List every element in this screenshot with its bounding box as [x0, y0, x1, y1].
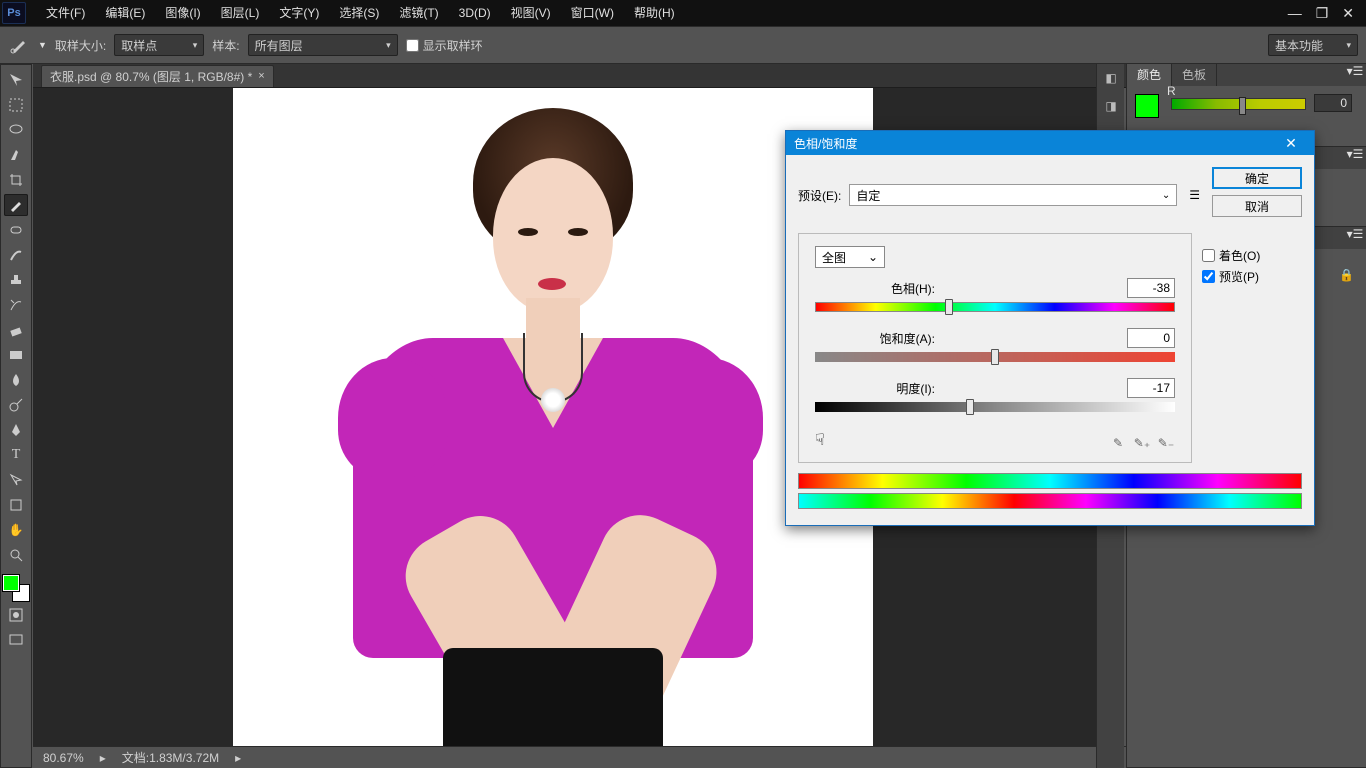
blur-tool-icon[interactable] — [4, 369, 28, 391]
chevron-down-icon[interactable]: ▼ — [38, 40, 47, 50]
edit-fieldset: 全图⌄ 色相(H): -38 饱和度(A): 0 明度(I): -17 ☟ ✎ … — [798, 233, 1192, 463]
quick-select-tool-icon[interactable] — [4, 144, 28, 166]
menu-window[interactable]: 窗口(W) — [561, 0, 624, 26]
zoom-tool-icon[interactable] — [4, 544, 28, 566]
panel-menu-icon[interactable]: ▾☰ — [1344, 227, 1366, 249]
saturation-input[interactable]: 0 — [1127, 328, 1175, 348]
current-tool-icon[interactable] — [8, 34, 30, 56]
r-channel-label: R — [1167, 84, 1176, 98]
menu-view[interactable]: 视图(V) — [501, 0, 561, 26]
sample-size-label: 取样大小: — [55, 37, 106, 54]
doc-info-label: 文档: — [122, 751, 149, 765]
colorize-checkbox[interactable]: 着色(O) — [1202, 247, 1302, 264]
menu-type[interactable]: 文字(Y) — [269, 0, 329, 26]
pen-tool-icon[interactable] — [4, 419, 28, 441]
show-sample-ring-checkbox[interactable]: 显示取样环 — [406, 37, 483, 54]
menu-3d[interactable]: 3D(D) — [449, 0, 501, 26]
history-brush-tool-icon[interactable] — [4, 294, 28, 316]
swatches-panel-tab[interactable]: 色板 — [1172, 64, 1217, 86]
quick-mask-icon[interactable] — [4, 604, 28, 626]
preset-label: 预设(E): — [798, 187, 841, 204]
workspace-select[interactable]: 基本功能▾ — [1268, 34, 1358, 56]
menu-layer[interactable]: 图层(L) — [211, 0, 270, 26]
dialog-close-icon[interactable]: ✕ — [1276, 135, 1306, 152]
lightness-input[interactable]: -17 — [1127, 378, 1175, 398]
menu-file[interactable]: 文件(F) — [36, 0, 95, 26]
result-spectrum-strip[interactable] — [798, 493, 1302, 509]
hue-input[interactable]: -38 — [1127, 278, 1175, 298]
dodge-tool-icon[interactable] — [4, 394, 28, 416]
color-strips — [798, 473, 1302, 509]
close-tab-icon[interactable]: × — [258, 70, 264, 82]
screen-mode-icon[interactable] — [4, 629, 28, 651]
source-spectrum-strip[interactable] — [798, 473, 1302, 489]
dialog-title: 色相/饱和度 — [794, 135, 857, 152]
tool-strip: T ✋ — [0, 64, 32, 768]
hand-tool-icon[interactable]: ✋ — [4, 519, 28, 541]
chevron-right-icon[interactable]: ▸ — [235, 751, 241, 765]
path-select-tool-icon[interactable] — [4, 469, 28, 491]
window-minimize-icon[interactable]: — — [1288, 5, 1302, 22]
preset-select[interactable]: 自定⌄ — [849, 184, 1177, 206]
color-swatches[interactable] — [3, 575, 29, 601]
sample-layers-select[interactable]: 所有图层▾ — [248, 34, 398, 56]
sample-size-select[interactable]: 取样点▾ — [114, 34, 204, 56]
marquee-tool-icon[interactable] — [4, 94, 28, 116]
document-tab[interactable]: 衣服.psd @ 80.7% (图层 1, RGB/8#) * × — [41, 65, 274, 87]
window-maximize-icon[interactable]: ❐ — [1316, 5, 1329, 22]
menu-help[interactable]: 帮助(H) — [624, 0, 685, 26]
hue-saturation-dialog: 色相/饱和度 ✕ 预设(E): 自定⌄ ☰ 确定 取消 全图⌄ 色相(H): -… — [785, 130, 1315, 526]
doc-info-value: 1.83M/3.72M — [149, 751, 219, 765]
r-channel-slider[interactable] — [1171, 98, 1306, 110]
zoom-level[interactable]: 80.67% — [43, 751, 84, 765]
healing-tool-icon[interactable] — [4, 219, 28, 241]
brush-tool-icon[interactable] — [4, 244, 28, 266]
menu-filter[interactable]: 滤镜(T) — [389, 0, 448, 26]
eyedropper-sub-icon[interactable]: ✎₋ — [1157, 434, 1175, 452]
saturation-label: 饱和度(A): — [815, 330, 955, 347]
panel-menu-icon[interactable]: ▾☰ — [1344, 64, 1366, 86]
eraser-tool-icon[interactable] — [4, 319, 28, 341]
lock-icon[interactable]: 🔒 — [1339, 268, 1354, 282]
eyedropper-set-icon[interactable]: ✎ — [1109, 434, 1127, 452]
color-well[interactable] — [1135, 94, 1159, 118]
options-bar: ▼ 取样大小: 取样点▾ 样本: 所有图层▾ 显示取样环 基本功能▾ — [0, 26, 1366, 64]
color-panel-tab[interactable]: 颜色 — [1127, 64, 1172, 86]
lightness-label: 明度(I): — [815, 380, 955, 397]
panel-menu-icon[interactable]: ▾☰ — [1344, 147, 1366, 169]
hue-slider[interactable] — [815, 302, 1175, 314]
hue-label: 色相(H): — [815, 280, 955, 297]
preview-checkbox[interactable]: 预览(P) — [1202, 268, 1302, 285]
dock-icon-2[interactable]: ◨ — [1097, 92, 1125, 120]
dialog-title-bar[interactable]: 色相/饱和度 ✕ — [786, 131, 1314, 155]
crop-tool-icon[interactable] — [4, 169, 28, 191]
document-canvas[interactable] — [233, 88, 873, 746]
gradient-tool-icon[interactable] — [4, 344, 28, 366]
edit-range-select[interactable]: 全图⌄ — [815, 246, 885, 268]
document-title: 衣服.psd @ 80.7% (图层 1, RGB/8#) * — [50, 68, 252, 85]
shape-tool-icon[interactable] — [4, 494, 28, 516]
menu-edit[interactable]: 编辑(E) — [95, 0, 155, 26]
zoom-slider-icon[interactable]: ▸ — [100, 751, 106, 765]
type-tool-icon[interactable]: T — [4, 444, 28, 466]
window-close-icon[interactable]: ✕ — [1342, 5, 1354, 22]
saturation-slider[interactable] — [815, 352, 1175, 364]
r-channel-value[interactable]: 0 — [1314, 94, 1352, 112]
title-bar: Ps 文件(F) 编辑(E) 图像(I) 图层(L) 文字(Y) 选择(S) 滤… — [0, 0, 1366, 26]
targeted-adjust-icon[interactable]: ☟ — [815, 430, 825, 450]
lightness-slider[interactable] — [815, 402, 1175, 414]
app-logo: Ps — [2, 2, 26, 24]
lasso-tool-icon[interactable] — [4, 119, 28, 141]
foreground-color-swatch[interactable] — [3, 575, 19, 591]
menu-select[interactable]: 选择(S) — [329, 0, 389, 26]
move-tool-icon[interactable] — [4, 69, 28, 91]
dock-icon-1[interactable]: ◧ — [1097, 64, 1125, 92]
eyedropper-add-icon[interactable]: ✎₊ — [1133, 434, 1151, 452]
eyedropper-tool-icon[interactable] — [4, 194, 28, 216]
sample-label: 样本: — [212, 37, 239, 54]
stamp-tool-icon[interactable] — [4, 269, 28, 291]
menu-image[interactable]: 图像(I) — [155, 0, 210, 26]
